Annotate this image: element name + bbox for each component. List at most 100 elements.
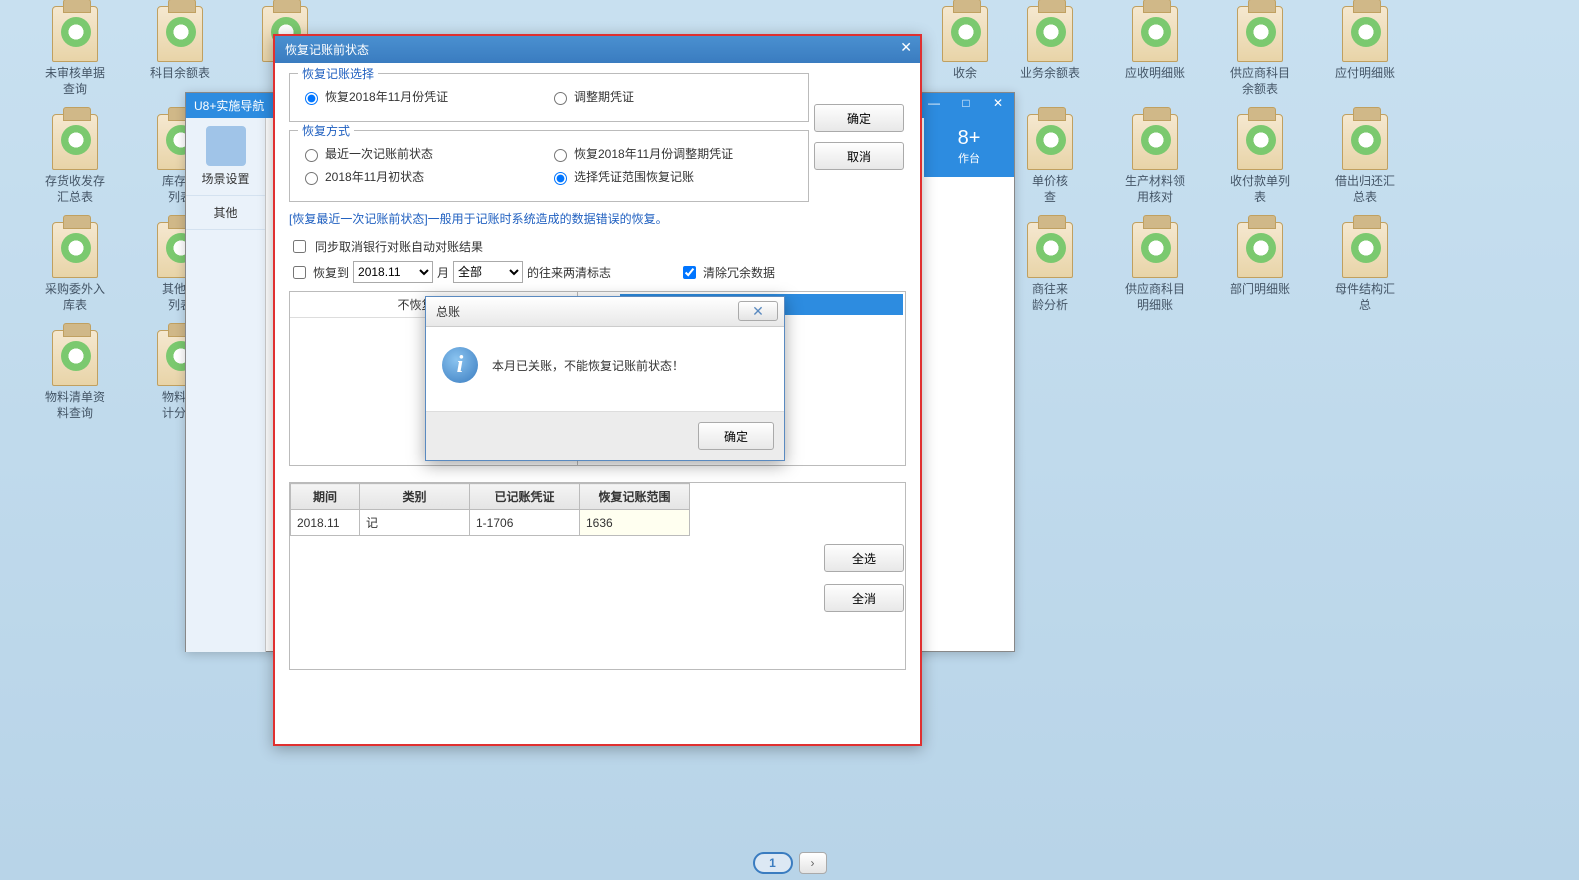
radio-month-begin[interactable]: 2018年11月初状态 [300,168,549,185]
close-icon[interactable]: ✕ [900,39,912,56]
nav-window-title: U8+实施导航 [194,99,264,113]
col-period[interactable]: 期间 [291,484,360,510]
report-icon [1237,6,1283,62]
desktop-icon-label: 单价核 查 [1005,174,1095,205]
report-icon [52,6,98,62]
chk-label: 恢复到 [313,264,349,281]
desktop-icon-label: 存货收发存 汇总表 [30,174,120,205]
report-icon [1027,222,1073,278]
nav-sidebar: 场景设置 其他 [186,118,266,652]
desktop-icon[interactable]: 采购委外入 库表 [30,222,120,313]
desktop-icon[interactable]: 借出归还汇 总表 [1320,114,1410,205]
col-posted[interactable]: 已记账凭证 [470,484,580,510]
report-icon [1132,222,1178,278]
radio-adjust-voucher[interactable]: 恢复2018年11月份调整期凭证 [549,145,798,162]
desktop-icon[interactable]: 物料清单资 料查询 [30,330,120,421]
desktop-icon[interactable]: 母件结构汇 总 [1320,222,1410,313]
desktop-icon[interactable]: 科目余额表 [135,6,225,82]
desktop-icon[interactable]: 供应商科目 明细账 [1110,222,1200,313]
radio-voucher-range[interactable]: 选择凭证范围恢复记账 [549,168,798,185]
table-row[interactable]: 2018.11 记 1-1706 1636 [291,510,690,536]
message-box: 总账 ✕ i 本月已关账，不能恢复记账前状态！ 确定 [425,296,785,461]
maximize-button[interactable]: □ [954,95,978,113]
desktop-icon-label: 供应商科目 明细账 [1110,282,1200,313]
desktop-icon[interactable]: 商往来 龄分析 [1005,222,1095,313]
desktop-icon-label: 收余 [920,66,1010,82]
next-page-button[interactable]: › [799,852,827,874]
minimize-button[interactable]: — [922,95,946,113]
chk-clear-redundant[interactable] [683,266,696,279]
sidebar-label: 其他 [190,204,261,221]
report-icon [1132,6,1178,62]
select-all-button[interactable]: 全选 [824,544,904,572]
sidebar-item-scene[interactable]: 场景设置 [186,118,265,196]
report-icon [1237,114,1283,170]
pager: 1 › [753,852,827,874]
msgbox-text: 本月已关账，不能恢复记账前状态！ [492,357,684,374]
ok-button[interactable]: 确定 [814,104,904,132]
col-type[interactable]: 类别 [360,484,470,510]
info-icon: i [442,347,478,383]
report-icon [52,222,98,278]
chk-label: 清除冗余数据 [703,264,775,281]
desktop-icon[interactable]: 供应商科目 余额表 [1215,6,1305,97]
close-icon[interactable]: ✕ [738,301,778,321]
chk-label: 同步取消银行对账自动对账结果 [315,238,483,255]
cell-period: 2018.11 [291,510,360,536]
restore-description: [恢复最近一次记账前状态]一般用于记账时系统造成的数据错误的恢复。 [289,210,906,227]
report-icon [942,6,988,62]
fieldset-restore-select: 恢复记账选择 恢复2018年11月份凭证 调整期凭证 [289,73,809,122]
badge-text: 8+ [958,127,981,149]
desktop-icon-label: 应付明细账 [1320,66,1410,82]
msgbox-ok-button[interactable]: 确定 [698,422,774,450]
desktop-icon-label: 部门明细账 [1215,282,1305,298]
col-range[interactable]: 恢复记账范围 [580,484,690,510]
desktop-icon[interactable]: 生产材料领 用核对 [1110,114,1200,205]
desktop-icon-label: 生产材料领 用核对 [1110,174,1200,205]
month-select[interactable]: 2018.11 [353,261,433,283]
chk-restore-to[interactable] [293,266,306,279]
desktop-icon-label: 未审核单据 查询 [30,66,120,97]
badge-sub: 作台 [924,150,1014,166]
report-icon [1237,222,1283,278]
desktop-icon[interactable]: 应收明细账 [1110,6,1200,82]
report-icon [1342,222,1388,278]
radio-restore-month[interactable]: 恢复2018年11月份凭证 [300,88,549,105]
cell-type: 记 [360,510,470,536]
sidebar-label: 场景设置 [190,170,261,187]
cell-posted: 1-1706 [470,510,580,536]
workbench-badge[interactable]: 8+ 作台 [924,117,1014,177]
desktop-icon[interactable]: 业务余额表 [1005,6,1095,82]
msgbox-title-bar[interactable]: 总账 ✕ [426,297,784,327]
scene-icon [206,126,246,166]
report-icon [157,6,203,62]
legend: 恢复记账选择 [298,65,378,82]
radio-adjust-period[interactable]: 调整期凭证 [549,88,798,105]
desktop-icon[interactable]: 部门明细账 [1215,222,1305,298]
scope-select[interactable]: 全部 [453,261,523,283]
deselect-all-button[interactable]: 全消 [824,584,904,612]
report-icon [1027,6,1073,62]
legend: 恢复方式 [298,122,354,139]
desktop-icon[interactable]: 未审核单据 查询 [30,6,120,97]
report-icon [1342,6,1388,62]
close-button[interactable]: ✕ [986,95,1010,113]
desktop-icon[interactable]: 收余 [920,6,1010,82]
page-indicator[interactable]: 1 [753,852,793,874]
chk-suffix: 的往来两清标志 [527,264,611,281]
sidebar-item-other[interactable]: 其他 [186,196,265,230]
radio-last-state[interactable]: 最近一次记账前状态 [300,145,549,162]
desktop-icon-label: 采购委外入 库表 [30,282,120,313]
desktop-icon[interactable]: 收付款单列 表 [1215,114,1305,205]
desktop-icon-label: 借出归还汇 总表 [1320,174,1410,205]
desktop-icon-label: 应收明细账 [1110,66,1200,82]
desktop-icon-label: 科目余额表 [135,66,225,82]
cancel-button[interactable]: 取消 [814,142,904,170]
report-icon [1027,114,1073,170]
restore-title-bar[interactable]: 恢复记账前状态 ✕ [275,36,920,63]
chk-sync-bank[interactable] [293,240,306,253]
fieldset-restore-method: 恢复方式 最近一次记账前状态 恢复2018年11月份调整期凭证 2018年11月… [289,130,809,202]
desktop-icon[interactable]: 应付明细账 [1320,6,1410,82]
desktop-icon[interactable]: 存货收发存 汇总表 [30,114,120,205]
desktop-icon[interactable]: 单价核 查 [1005,114,1095,205]
